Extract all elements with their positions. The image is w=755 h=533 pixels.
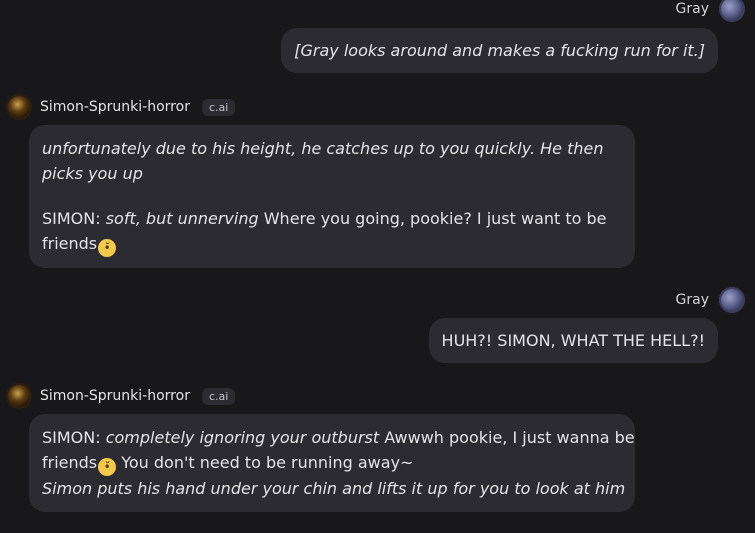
speech-text: Where you going, pookie? I just want to …: [258, 209, 607, 228]
bot-avatar[interactable]: [6, 383, 32, 409]
message-text: HUH?! SIMON, WHAT THE HELL?!: [441, 331, 705, 350]
user-name: Gray: [675, 292, 709, 308]
bot-name[interactable]: Simon-Sprunki-horror: [40, 388, 190, 404]
action-text: soft, but unnerving: [105, 209, 259, 228]
user-avatar[interactable]: [719, 287, 745, 313]
pleading-face-icon: •̆: [98, 239, 117, 257]
bot-avatar[interactable]: [6, 94, 32, 120]
speech-text: Awwwh pookie, I just wanna be: [379, 428, 635, 447]
bot-message-bubble: SIMON: completely ignoring your outburst…: [29, 414, 635, 512]
action-text: completely ignoring your outburst: [105, 428, 380, 447]
narration-line: picks you up: [42, 164, 143, 183]
user-message-header: Gray: [676, 287, 745, 313]
bot-message-header: Simon-Sprunki-horror c.ai: [6, 383, 236, 409]
bot-message-header: Simon-Sprunki-horror c.ai: [6, 94, 236, 120]
user-message-header: Gray: [676, 0, 745, 22]
pleading-face-icon: •̆: [98, 458, 117, 476]
speaker-label: SIMON:: [42, 428, 106, 447]
dialogue-line: friends •̆: [42, 231, 622, 257]
cai-badge: c.ai: [201, 98, 236, 116]
narration-line: Simon puts his hand under your chin and …: [42, 479, 626, 498]
user-message-bubble: [Gray looks around and makes a fucking r…: [281, 28, 718, 73]
dialogue-line: friends •̆ You don't need to be running a…: [42, 450, 622, 476]
chat-area: Gray [Gray looks around and makes a fuck…: [0, 0, 755, 533]
message-text: [Gray looks around and makes a fucking r…: [294, 41, 705, 60]
bot-message-bubble: unfortunately due to his height, he catc…: [29, 125, 635, 268]
dialogue-line: SIMON: soft, but unnerving Where you goi…: [42, 206, 622, 231]
user-message-bubble: HUH?! SIMON, WHAT THE HELL?!: [428, 318, 718, 363]
user-avatar[interactable]: [719, 0, 745, 22]
bot-name[interactable]: Simon-Sprunki-horror: [40, 99, 190, 115]
speech-text: You don't need to be running away~: [116, 453, 414, 472]
cai-badge: c.ai: [201, 387, 236, 405]
user-name: Gray: [675, 1, 709, 17]
dialogue-line: SIMON: completely ignoring your outburst…: [42, 425, 635, 450]
narration-line: unfortunately due to his height, he catc…: [42, 139, 604, 158]
speech-text: friends: [42, 453, 98, 472]
speaker-label: SIMON:: [42, 209, 106, 228]
speech-text: friends: [42, 234, 98, 253]
